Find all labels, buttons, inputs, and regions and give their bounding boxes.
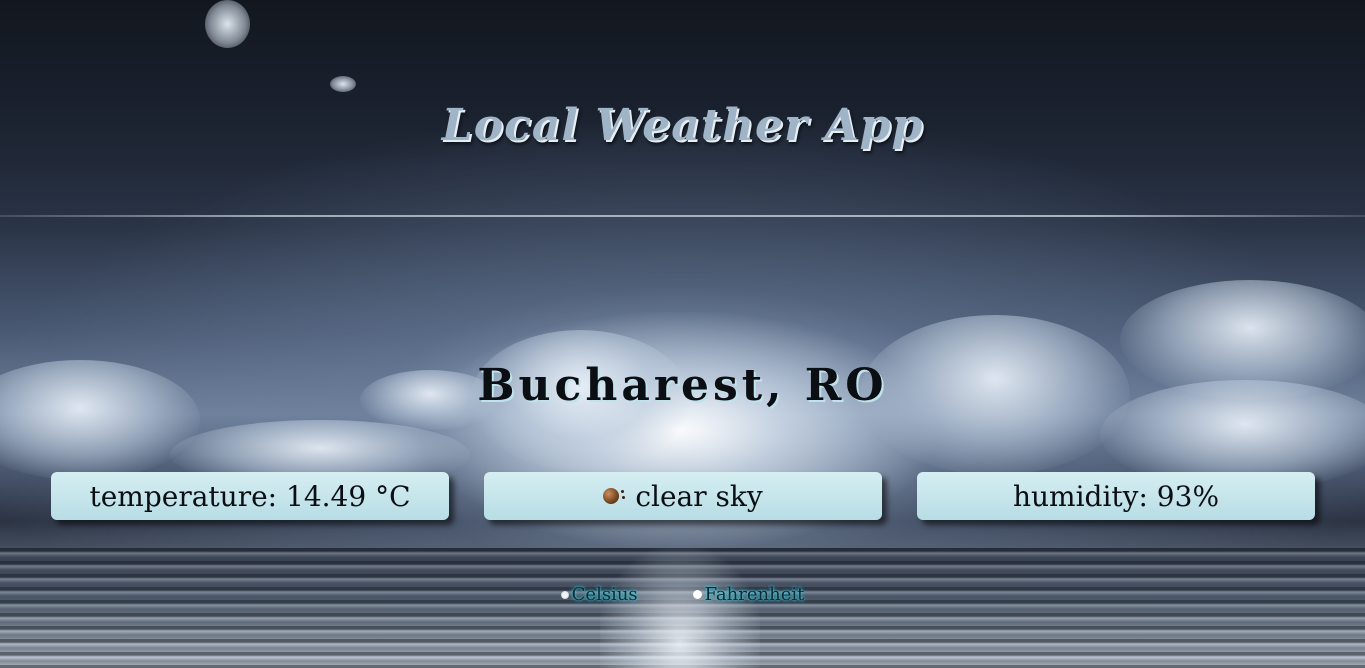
header-divider (0, 215, 1365, 217)
location-label: Bucharest, RO (477, 360, 888, 411)
clear-sky-icon (603, 485, 626, 507)
description-text: clear sky (635, 479, 763, 513)
temperature-text: temperature: 14.49 °C (89, 479, 411, 513)
celsius-radio[interactable] (560, 590, 569, 599)
celsius-option[interactable]: Celsius (560, 584, 638, 605)
fahrenheit-radio[interactable] (692, 590, 702, 599)
sun-reflection (600, 548, 760, 668)
celsius-label[interactable]: Celsius (572, 584, 638, 605)
fahrenheit-option[interactable]: Fahrenheit (692, 584, 805, 605)
humidity-card: humidity: 93% (917, 472, 1315, 520)
unit-toggle: Celsius Fahrenheit (0, 584, 1365, 605)
humidity-text: humidity: 93% (1012, 479, 1220, 513)
description-card: clear sky (484, 472, 882, 520)
cloud-wisp-decoration (330, 76, 356, 92)
app-title: Local Weather App (441, 100, 924, 151)
temperature-card: temperature: 14.49 °C (51, 472, 449, 520)
fahrenheit-label[interactable]: Fahrenheit (705, 584, 805, 605)
cloud-wisp-decoration (205, 0, 250, 48)
